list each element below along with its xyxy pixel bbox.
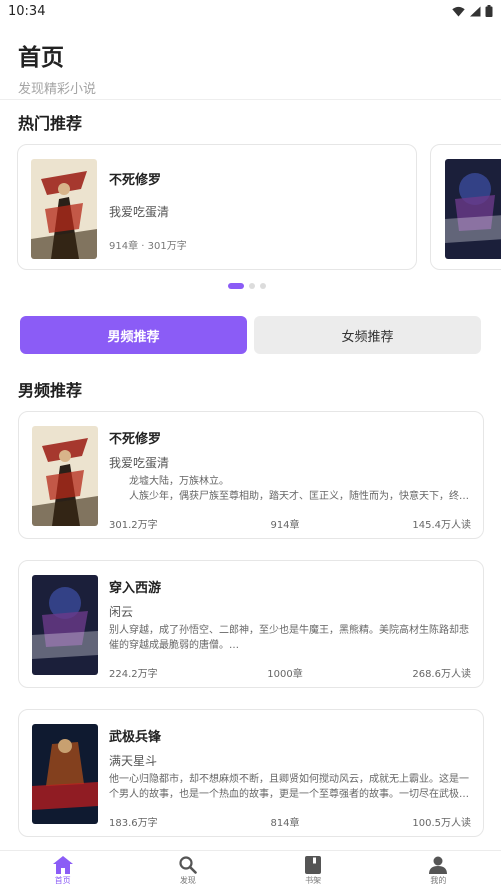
bottom-nav: 首页 发现 书架 我的 <box>0 850 501 891</box>
book-stats: 224.2万字 1000章 268.6万人读 <box>109 665 471 680</box>
book-title: 不死修罗 <box>109 432 162 447</box>
page-subtitle: 发现精彩小说 <box>18 82 97 97</box>
nav-item-discover[interactable]: 发现 <box>125 851 250 891</box>
status-time: 10:34 <box>8 3 46 19</box>
book-word-count: 301.2万字 <box>109 520 158 531</box>
book-chapter-count: 814章 <box>270 818 300 829</box>
status-icons <box>452 5 493 17</box>
tab-female[interactable]: 女频推荐 <box>254 316 481 354</box>
list-item[interactable]: 穿入西游 闲云 别人穿越，成了孙悟空、二郎神，至少也是牛魔王，黑熊精。美院高材生… <box>18 560 484 688</box>
hot-book-author: 我爱吃蛋清 <box>109 205 170 219</box>
carousel-pager[interactable] <box>228 283 266 289</box>
book-cover-image <box>32 426 98 526</box>
wifi-icon <box>452 6 465 16</box>
nav-item-bookshelf[interactable]: 书架 <box>251 851 376 891</box>
hot-card[interactable]: 不死修罗 我爱吃蛋清 914章 · 301万字 <box>17 144 417 270</box>
book-chapter-count: 1000章 <box>267 669 303 680</box>
hot-book-title: 不死修罗 <box>109 173 162 188</box>
hot-book-meta: 914章 · 301万字 <box>109 241 187 252</box>
book-cover-image <box>32 575 98 675</box>
book-description: 别人穿越，成了孙悟空、二郎神，至少也是牛魔王，黑熊精。美院高材生陈路却悲催的穿越… <box>109 625 469 651</box>
book-stats: 183.6万字 814章 100.5万人读 <box>109 814 471 829</box>
book-reader-count: 100.5万人读 <box>412 818 471 829</box>
hot-card[interactable] <box>430 144 501 270</box>
hot-section-title: 热门推荐 <box>18 114 83 133</box>
book-description: 龙墟大陆，万族林立。 人族少年，偶获尸族至尊相助，踏天才、匡正义，随性而为，快意… <box>129 476 469 502</box>
list-section-title: 男频推荐 <box>18 381 83 400</box>
book-reader-count: 268.6万人读 <box>412 669 471 680</box>
book-stats: 301.2万字 914章 145.4万人读 <box>109 516 471 531</box>
list-item[interactable]: 不死修罗 我爱吃蛋清 龙墟大陆，万族林立。 人族少年，偶获尸族至尊相助，踏天才、… <box>18 411 484 539</box>
nav-label-me: 我的 <box>430 876 447 885</box>
book-author: 我爱吃蛋清 <box>109 456 170 470</box>
page-title: 首页 <box>18 45 64 71</box>
book-reader-count: 145.4万人读 <box>412 520 471 531</box>
main-scroll[interactable]: 热门推荐 不死修罗 我爱吃蛋清 914章 · 301万字 男频推荐 女频推荐 男… <box>0 100 501 850</box>
nav-label-home: 首页 <box>54 876 71 885</box>
book-chapter-count: 914章 <box>270 520 300 531</box>
book-cover-image <box>31 159 97 259</box>
home-icon <box>52 856 73 874</box>
app-header: 首页 发现精彩小说 <box>0 22 501 100</box>
tab-male[interactable]: 男频推荐 <box>20 316 247 354</box>
book-title: 武极兵锋 <box>109 730 162 745</box>
search-icon <box>179 856 197 874</box>
nav-item-me[interactable]: 我的 <box>376 851 501 891</box>
nav-label-bookshelf: 书架 <box>305 876 322 885</box>
status-bar: 10:34 <box>0 0 501 22</box>
pager-dot[interactable] <box>260 283 266 289</box>
battery-icon <box>485 5 493 17</box>
nav-label-discover: 发现 <box>179 876 196 885</box>
book-title: 穿入西游 <box>109 581 162 596</box>
signal-icon <box>470 6 481 16</box>
book-cover-image <box>445 159 501 259</box>
user-icon <box>429 856 448 874</box>
book-word-count: 183.6万字 <box>109 818 158 829</box>
book-author: 满天星斗 <box>109 754 158 768</box>
pager-dot[interactable] <box>228 283 244 289</box>
pager-dot[interactable] <box>249 283 255 289</box>
book-description: 他一心归隐都市，却不想麻烦不断，且卿贤如何搅动风云，成就无上霸业。这是一个男人的… <box>109 774 469 800</box>
book-author: 闲云 <box>109 605 134 619</box>
book-cover-image <box>32 724 98 824</box>
list-item[interactable]: 武极兵锋 满天星斗 他一心归隐都市，却不想麻烦不断，且卿贤如何搅动风云，成就无上… <box>18 709 484 837</box>
book-word-count: 224.2万字 <box>109 669 158 680</box>
nav-item-home[interactable]: 首页 <box>0 851 125 891</box>
book-icon <box>305 856 322 874</box>
